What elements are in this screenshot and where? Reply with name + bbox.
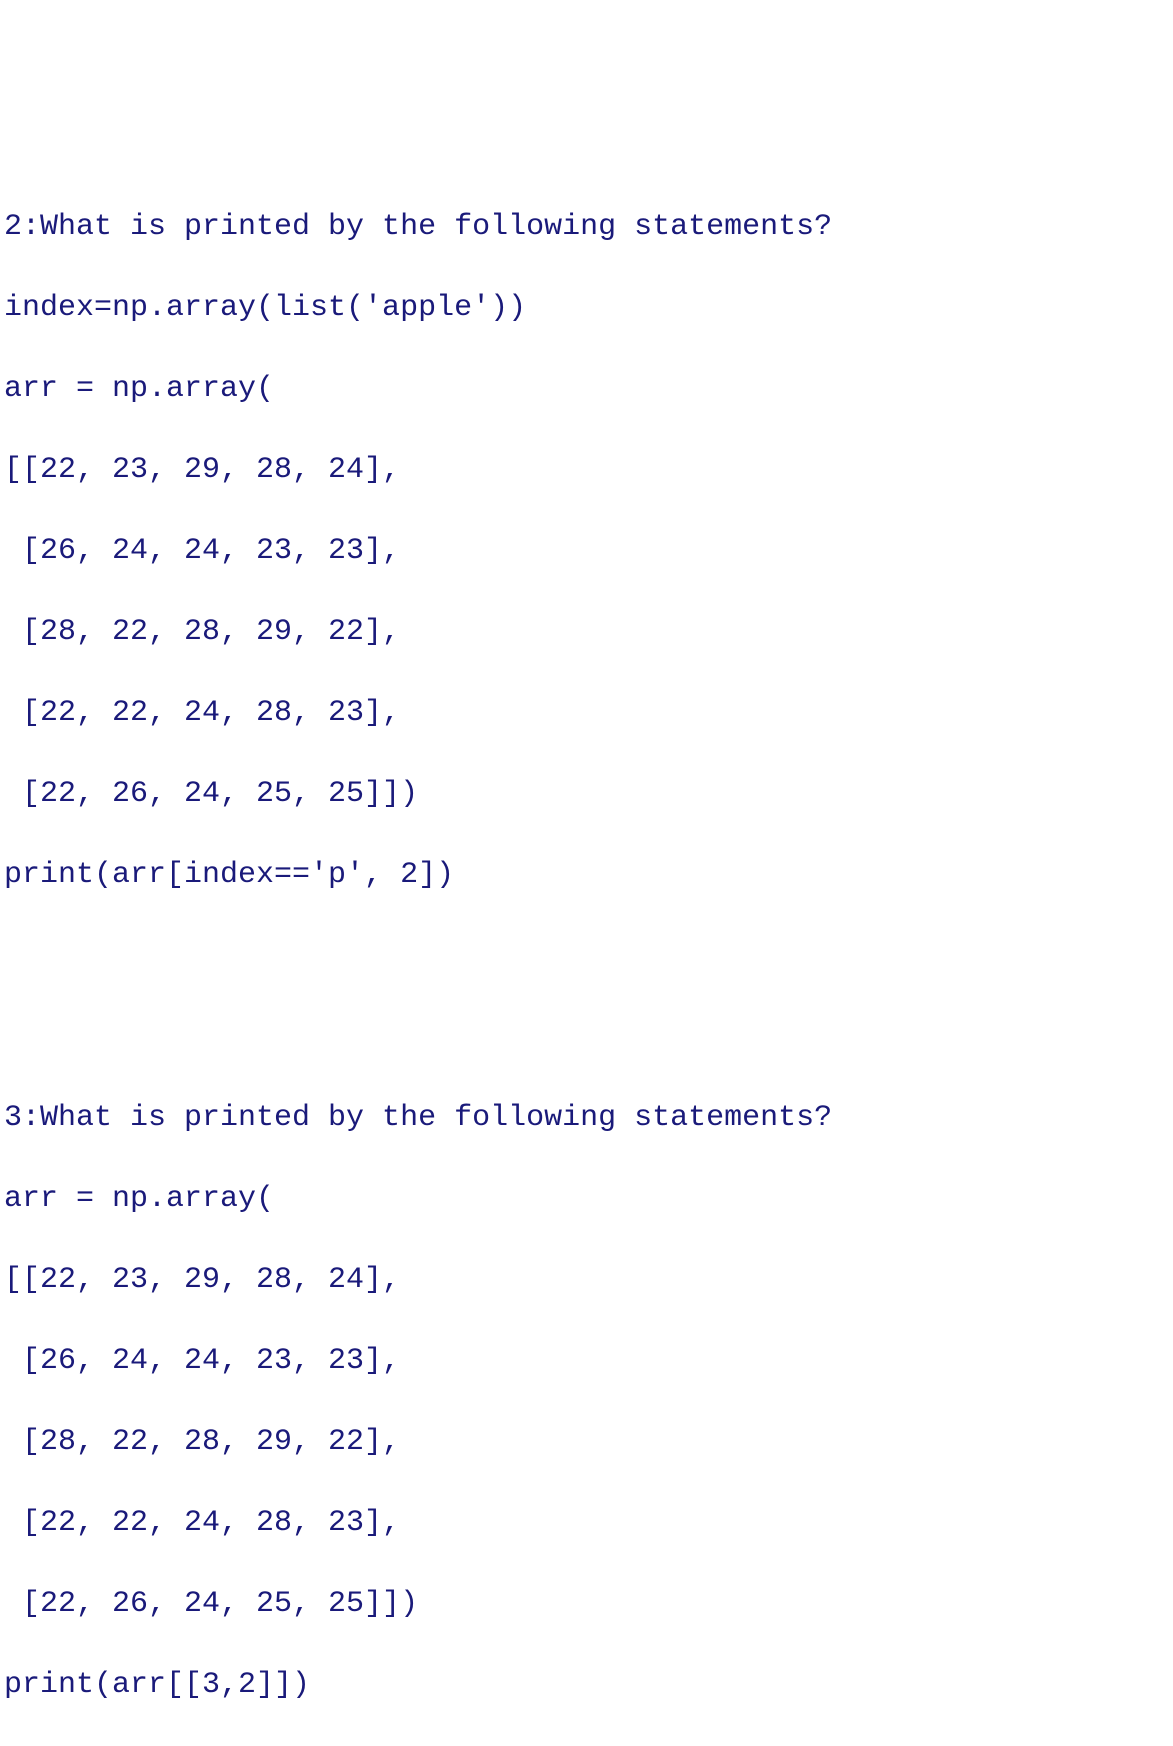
q2-line-7: [22, 26, 24, 25, 25]]) [4,774,1169,815]
question-3-block: 3:What is printed by the following state… [4,1057,1169,1746]
q2-line-4: [26, 24, 24, 23, 23], [4,531,1169,572]
q3-line-5: [22, 22, 24, 28, 23], [4,1503,1169,1544]
q3-line-4: [28, 22, 28, 29, 22], [4,1422,1169,1463]
q3-line-3: [26, 24, 24, 23, 23], [4,1341,1169,1382]
q2-line-0: 2:What is printed by the following state… [4,207,1169,248]
q2-line-5: [28, 22, 28, 29, 22], [4,612,1169,653]
q3-line-1: arr = np.array( [4,1179,1169,1220]
q3-line-6: [22, 26, 24, 25, 25]]) [4,1584,1169,1625]
q2-line-6: [22, 22, 24, 28, 23], [4,693,1169,734]
q2-line-3: [[22, 23, 29, 28, 24], [4,450,1169,491]
q3-line-7: print(arr[[3,2]]) [4,1665,1169,1706]
question-2-block: 2:What is printed by the following state… [4,166,1169,936]
q3-line-2: [[22, 23, 29, 28, 24], [4,1260,1169,1301]
blank-line [4,976,1169,1017]
q2-line-8: print(arr[index=='p', 2]) [4,855,1169,896]
q2-line-2: arr = np.array( [4,369,1169,410]
q3-line-0: 3:What is printed by the following state… [4,1098,1169,1139]
q2-line-1: index=np.array(list('apple')) [4,288,1169,329]
